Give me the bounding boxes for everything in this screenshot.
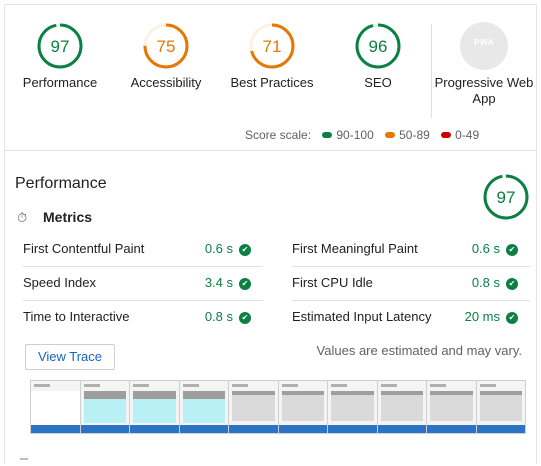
metric-label: First Meaningful Paint: [292, 241, 418, 256]
fail-range-icon: [441, 132, 452, 139]
filmstrip-frame: [229, 381, 279, 433]
pass-range-icon: [322, 132, 333, 139]
scale-range-fail: 0-49: [455, 128, 480, 142]
metrics-title: Metrics: [43, 209, 93, 225]
header-separator: [4, 150, 537, 151]
stopwatch-icon: ⏱: [17, 210, 28, 225]
gauge-ring: 75: [143, 23, 189, 69]
metric-label: Estimated Input Latency: [292, 309, 432, 324]
check-circle-icon: ✔: [239, 278, 251, 290]
score-gauge-best-practices[interactable]: 71 Best Practices: [222, 22, 322, 91]
filmstrip-frame: [278, 381, 328, 433]
metric-first-cpu-idle: First CPU Idle 0.8 s ✔: [292, 266, 530, 301]
performance-title: Performance: [15, 175, 107, 192]
gauge-ring: 97: [483, 174, 529, 220]
performance-score-gauge: 97: [482, 173, 530, 226]
view-trace-button[interactable]: View Trace: [25, 344, 115, 370]
performance-score-value: 97: [497, 188, 516, 207]
score-gauge-performance[interactable]: 97 Performance: [10, 22, 110, 91]
gauge-ring: 96: [355, 23, 401, 69]
score-value: 75: [157, 37, 176, 56]
score-gauge-accessibility[interactable]: 75 Accessibility: [116, 22, 216, 91]
score-label: Performance: [22, 75, 98, 90]
pwa-icon: PWA: [460, 22, 508, 70]
check-circle-icon: ✔: [506, 244, 518, 256]
metric-first-contentful-paint: First Contentful Paint 0.6 s ✔: [23, 232, 263, 267]
metric-label: First Contentful Paint: [23, 241, 145, 256]
pwa-badge[interactable]: PWA Progressive Web App: [432, 22, 536, 107]
metric-estimated-input-latency: Estimated Input Latency 20 ms ✔: [292, 300, 530, 334]
metric-label: Speed Index: [23, 275, 97, 290]
metric-value: 0.6 s: [471, 241, 500, 256]
gauge-ring: 71: [249, 23, 295, 69]
score-label: Best Practices: [230, 75, 314, 90]
check-circle-icon: ✔: [239, 244, 251, 256]
metric-first-meaningful-paint: First Meaningful Paint 0.6 s ✔: [292, 232, 530, 267]
scale-range-pass: 90-100: [336, 128, 374, 142]
check-circle-icon: ✔: [506, 278, 518, 290]
metric-value: 3.4 s: [204, 275, 233, 290]
filmstrip: [30, 380, 526, 434]
collapse-chevron-icon[interactable]: [20, 458, 28, 466]
score-value: 97: [51, 37, 70, 56]
metric-value: 0.6 s: [204, 241, 233, 256]
check-circle-icon: ✔: [239, 312, 251, 324]
estimate-note: Values are estimated and may vary.: [316, 343, 522, 358]
score-label: Accessibility: [130, 75, 202, 90]
score-value: 96: [369, 37, 388, 56]
metric-value: 0.8 s: [471, 275, 500, 290]
filmstrip-frame: [328, 381, 378, 433]
metrics-header: ⏱ Metrics: [17, 209, 92, 226]
filmstrip-frame: [476, 381, 525, 433]
pwa-badge-text: PWA: [474, 38, 494, 47]
gauge-ring: 97: [37, 23, 83, 69]
score-gauge-seo[interactable]: 96 SEO: [328, 22, 428, 91]
metric-time-to-interactive: Time to Interactive 0.8 s ✔: [23, 300, 263, 334]
filmstrip-frame: [179, 381, 229, 433]
metric-label: Time to Interactive: [23, 309, 130, 324]
metric-value: 20 ms: [464, 309, 500, 324]
score-scale-label: Score scale:: [245, 128, 312, 142]
filmstrip-frame: [427, 381, 477, 433]
check-circle-icon: ✔: [506, 312, 518, 324]
metric-label: First CPU Idle: [292, 275, 373, 290]
pwa-label: Progressive Web App: [434, 75, 534, 106]
filmstrip-frame: [377, 381, 427, 433]
metric-speed-index: Speed Index 3.4 s ✔: [23, 266, 263, 301]
scale-range-average: 50-89: [399, 128, 430, 142]
average-range-icon: [385, 132, 396, 139]
score-label: SEO: [364, 75, 392, 90]
filmstrip-frame: [80, 381, 130, 433]
filmstrip-frame: [31, 381, 81, 433]
metric-value: 0.8 s: [204, 309, 233, 324]
score-scale: Score scale: 90-100 50-89 0-49: [245, 128, 479, 142]
filmstrip-frame: [130, 381, 180, 433]
score-value: 71: [263, 37, 282, 56]
